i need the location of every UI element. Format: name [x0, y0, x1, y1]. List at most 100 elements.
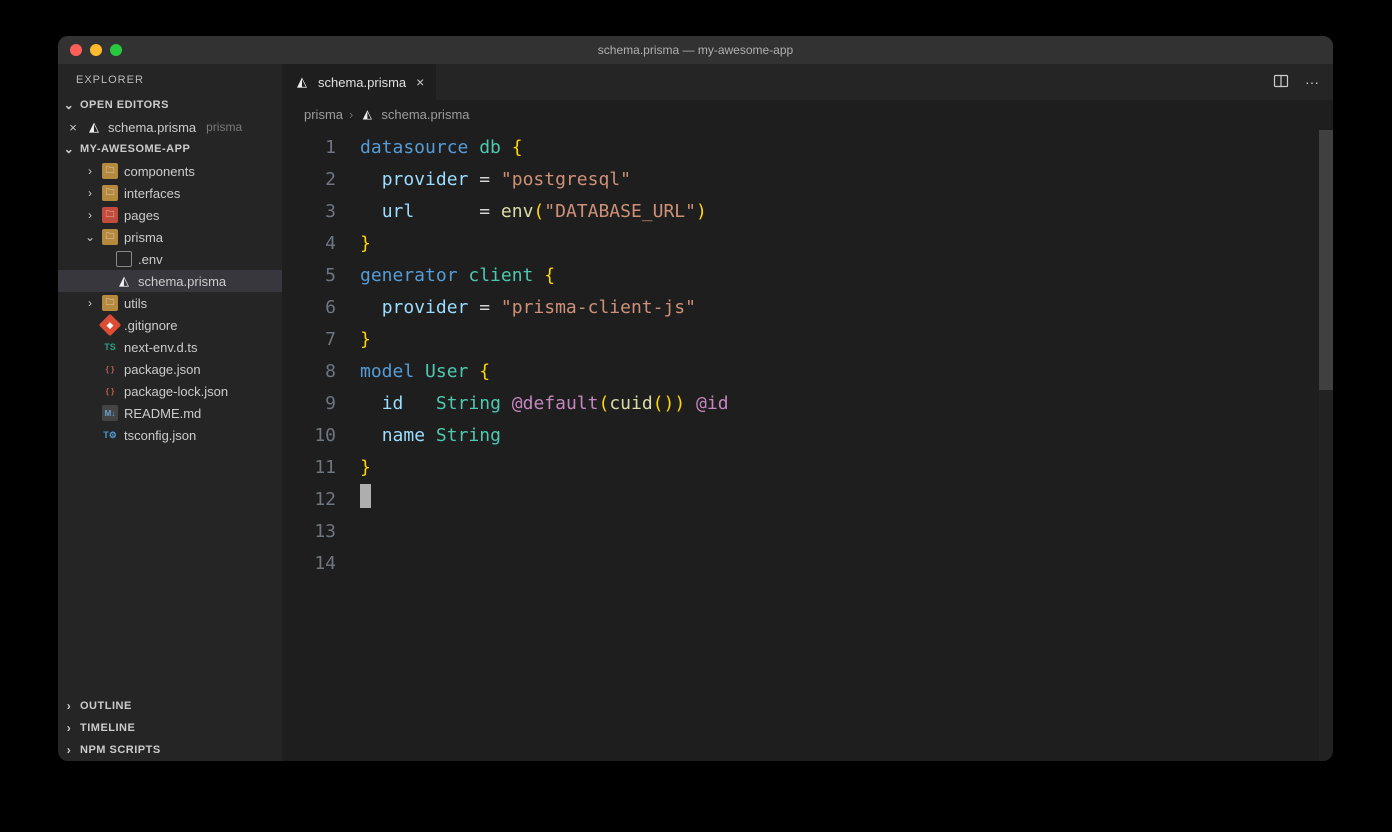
- line-number: 2: [282, 164, 336, 196]
- tree-item-label: .gitignore: [124, 318, 177, 333]
- open-editor-item[interactable]: × ◭ schema.prisma prisma: [58, 116, 282, 138]
- chevron-right-icon: ›: [62, 699, 76, 713]
- window-title: schema.prisma — my-awesome-app: [58, 43, 1333, 57]
- line-number: 10: [282, 420, 336, 452]
- file-icon: M↓: [102, 405, 118, 421]
- code-line[interactable]: }: [360, 228, 1333, 260]
- npm-scripts-header[interactable]: › NPM SCRIPTS: [58, 739, 282, 761]
- chevron-right-icon: ›: [84, 296, 96, 310]
- window-maximize-button[interactable]: [110, 44, 122, 56]
- folder-item[interactable]: ⌄🗀prisma: [58, 226, 282, 248]
- close-icon[interactable]: ×: [66, 120, 80, 135]
- tree-item-label: prisma: [124, 230, 163, 245]
- file-icon: TS: [102, 339, 118, 355]
- folder-icon: 🗀: [102, 229, 118, 245]
- tree-item-label: components: [124, 164, 195, 179]
- file-item[interactable]: ›◆.gitignore: [58, 314, 282, 336]
- tree-item-label: interfaces: [124, 186, 180, 201]
- chevron-down-icon: ⌄: [62, 98, 76, 112]
- file-item[interactable]: ›.env: [58, 248, 282, 270]
- open-editors-header[interactable]: ⌄ OPEN EDITORS: [58, 94, 282, 116]
- window-minimize-button[interactable]: [90, 44, 102, 56]
- line-gutter: 1234567891011121314: [282, 130, 360, 761]
- timeline-label: TIMELINE: [80, 722, 135, 734]
- code-line[interactable]: name String: [360, 420, 1333, 452]
- file-item[interactable]: ›◭schema.prisma: [58, 270, 282, 292]
- more-actions-icon[interactable]: ···: [1305, 74, 1319, 90]
- file-icon: ◭: [116, 273, 132, 289]
- code-line[interactable]: id String @default(cuid()) @id: [360, 388, 1333, 420]
- file-item[interactable]: ›TSnext-env.d.ts: [58, 336, 282, 358]
- line-number: 3: [282, 196, 336, 228]
- line-number: 14: [282, 548, 336, 580]
- open-editor-filename: schema.prisma: [108, 120, 196, 135]
- window-close-button[interactable]: [70, 44, 82, 56]
- project-header[interactable]: ⌄ MY-AWESOME-APP: [58, 138, 282, 160]
- tree-item-label: README.md: [124, 406, 201, 421]
- chevron-right-icon: ›: [84, 164, 96, 178]
- outline-label: OUTLINE: [80, 700, 132, 712]
- text-cursor: [360, 484, 371, 508]
- outline-header[interactable]: › OUTLINE: [58, 695, 282, 717]
- file-item[interactable]: ›M↓README.md: [58, 402, 282, 424]
- tabbar-actions: ···: [1273, 64, 1333, 100]
- breadcrumb-part[interactable]: prisma: [304, 107, 343, 122]
- file-icon: ◆: [99, 314, 122, 336]
- file-tree: ›🗀components›🗀interfaces›🗀pages⌄🗀prisma›…: [58, 160, 282, 446]
- folder-item[interactable]: ›🗀interfaces: [58, 182, 282, 204]
- folder-item[interactable]: › 🗀 components: [58, 160, 282, 182]
- code-line[interactable]: url = env("DATABASE_URL"): [360, 196, 1333, 228]
- folder-item[interactable]: › 🗀 utils: [58, 292, 282, 314]
- split-editor-icon[interactable]: [1273, 73, 1289, 92]
- file-item[interactable]: ›{ }package.json: [58, 358, 282, 380]
- scrollbar-thumb[interactable]: [1319, 130, 1333, 390]
- scrollbar-track[interactable]: [1319, 130, 1333, 761]
- code-line[interactable]: }: [360, 452, 1333, 484]
- code-line[interactable]: datasource db {: [360, 132, 1333, 164]
- folder-icon: 🗀: [102, 207, 118, 223]
- sidebar: EXPLORER ⌄ OPEN EDITORS × ◭ schema.prism…: [58, 64, 282, 761]
- titlebar[interactable]: schema.prisma — my-awesome-app: [58, 36, 1333, 64]
- chevron-right-icon: ›: [84, 208, 96, 222]
- code-line[interactable]: provider = "prisma-client-js": [360, 292, 1333, 324]
- code-line[interactable]: }: [360, 324, 1333, 356]
- file-item[interactable]: ›T⚙tsconfig.json: [58, 424, 282, 446]
- line-number: 7: [282, 324, 336, 356]
- line-number: 9: [282, 388, 336, 420]
- chevron-right-icon: ›: [349, 107, 353, 122]
- code-editor[interactable]: 1234567891011121314 datasource db { prov…: [282, 130, 1333, 761]
- line-number: 13: [282, 516, 336, 548]
- folder-icon: 🗀: [102, 295, 118, 311]
- code-content[interactable]: datasource db { provider = "postgresql" …: [360, 130, 1333, 761]
- tree-item-label: package-lock.json: [124, 384, 228, 399]
- tree-item-label: next-env.d.ts: [124, 340, 197, 355]
- open-editors-label: OPEN EDITORS: [80, 99, 169, 111]
- code-line[interactable]: provider = "postgresql": [360, 164, 1333, 196]
- breadcrumbs[interactable]: prisma › ◭ schema.prisma: [282, 100, 1333, 130]
- prisma-icon: ◭: [359, 106, 375, 122]
- file-icon: [116, 251, 132, 267]
- tree-item-label: utils: [124, 296, 147, 311]
- close-icon[interactable]: ×: [416, 74, 424, 90]
- explorer-header: EXPLORER: [58, 64, 282, 94]
- file-icon: { }: [102, 383, 118, 399]
- line-number: 6: [282, 292, 336, 324]
- file-item[interactable]: ›{ }package-lock.json: [58, 380, 282, 402]
- folder-item[interactable]: ›🗀pages: [58, 204, 282, 226]
- prisma-icon: ◭: [86, 119, 102, 135]
- timeline-header[interactable]: › TIMELINE: [58, 717, 282, 739]
- code-line[interactable]: [360, 484, 1333, 516]
- open-editor-folder: prisma: [206, 120, 242, 134]
- code-line[interactable]: model User {: [360, 356, 1333, 388]
- line-number: 12: [282, 484, 336, 516]
- editor-area: ◭ schema.prisma × ··· prisma ›: [282, 64, 1333, 761]
- prisma-icon: ◭: [294, 74, 310, 90]
- tree-item-label: tsconfig.json: [124, 428, 196, 443]
- breadcrumb-part[interactable]: schema.prisma: [381, 107, 469, 122]
- tab-schema-prisma[interactable]: ◭ schema.prisma ×: [282, 64, 437, 100]
- folder-icon: 🗀: [102, 163, 118, 179]
- code-line[interactable]: generator client {: [360, 260, 1333, 292]
- file-icon: { }: [102, 361, 118, 377]
- file-icon: T⚙: [102, 427, 118, 443]
- tab-label: schema.prisma: [318, 75, 406, 90]
